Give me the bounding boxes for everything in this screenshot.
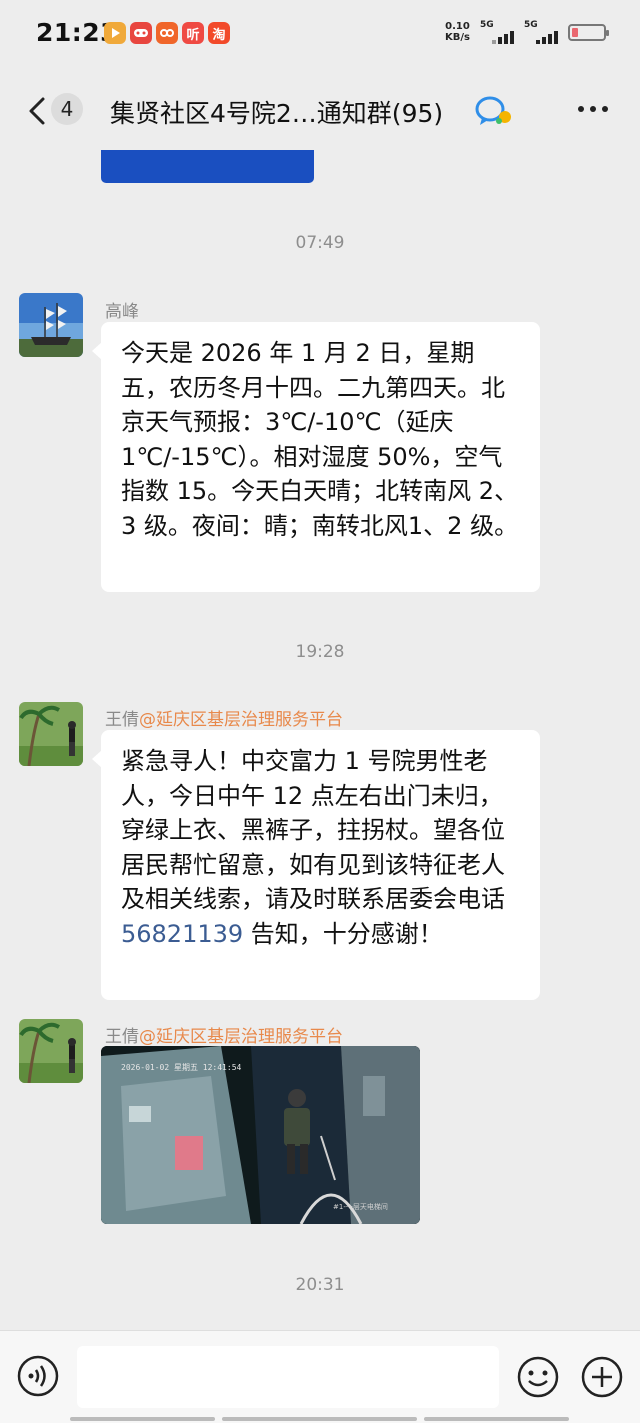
- back-icon[interactable]: [26, 96, 48, 126]
- message-text: 紧急寻人！中交富力 1 号院男性老人，今日中午 12 点左右出门未归，穿绿上衣、…: [121, 747, 505, 913]
- nav-segment: [70, 1417, 215, 1421]
- phone-link[interactable]: 56821139: [121, 920, 243, 948]
- sender-name: 王倩@延庆区基层治理服务平台: [105, 710, 343, 730]
- game-app-icon: [130, 22, 152, 44]
- unread-badge[interactable]: 4: [51, 93, 83, 125]
- sender-name: 王倩@延庆区基层治理服务平台: [105, 1027, 343, 1047]
- video-app-icon: [104, 22, 126, 44]
- voice-input-icon[interactable]: [17, 1355, 59, 1397]
- notification-icons: 听 淘: [104, 22, 230, 44]
- battery-level: [572, 27, 578, 37]
- message-bubble[interactable]: 今天是 2026 年 1 月 2 日，星期五，农历冬月十四。二九第四天。北京天气…: [92, 322, 540, 592]
- status-bar: 21:23 听 淘 0.10 KB/s 5G 5G: [0, 0, 640, 70]
- sender-name: 高峰: [105, 302, 139, 322]
- message-text: 告知，十分感谢！: [243, 919, 443, 948]
- plus-icon[interactable]: [580, 1355, 624, 1399]
- taobao-app-icon: 淘: [208, 22, 230, 44]
- signal-icon: 5G: [524, 18, 558, 46]
- more-icon[interactable]: [578, 106, 608, 112]
- chat-title: 集贤社区4号院2…通知群(95): [110, 99, 444, 128]
- avatar[interactable]: [19, 702, 83, 766]
- navigation-bar: [0, 1414, 640, 1422]
- previous-message-card[interactable]: [101, 150, 314, 183]
- listen-app-icon: 听: [182, 22, 204, 44]
- timestamp: 07:49: [295, 233, 345, 253]
- mention[interactable]: @延庆区基层治理服务平台: [139, 1027, 343, 1047]
- avatar[interactable]: [19, 1019, 83, 1083]
- signal-icon: 5G: [480, 18, 514, 46]
- group-chat-icon[interactable]: [474, 95, 512, 127]
- battery-icon: [568, 23, 609, 41]
- avatar[interactable]: [19, 293, 83, 357]
- message-text: 今天是 2026 年 1 月 2 日，星期五，农历冬月十四。二九第四天。北京天气…: [121, 339, 519, 540]
- video-message[interactable]: 2026-01-02 星期五 12:41:54 #1-一层天电梯间: [101, 1046, 420, 1224]
- video-camera-label: #1-一层天电梯间: [333, 1203, 388, 1211]
- cloud-app-icon: [156, 22, 178, 44]
- mention[interactable]: @延庆区基层治理服务平台: [139, 710, 343, 730]
- timestamp: 19:28: [295, 642, 345, 662]
- emoji-icon[interactable]: [516, 1355, 560, 1399]
- message-bubble[interactable]: 紧急寻人！中交富力 1 号院男性老人，今日中午 12 点左右出门未归，穿绿上衣、…: [92, 730, 540, 1000]
- nav-segment: [424, 1417, 569, 1421]
- message-input[interactable]: [77, 1346, 499, 1408]
- timestamp: 20:31: [295, 1275, 345, 1295]
- nav-segment: [222, 1417, 417, 1421]
- network-speed: 0.10 KB/s: [445, 21, 470, 43]
- video-timestamp: 2026-01-02 星期五 12:41:54: [121, 1063, 242, 1072]
